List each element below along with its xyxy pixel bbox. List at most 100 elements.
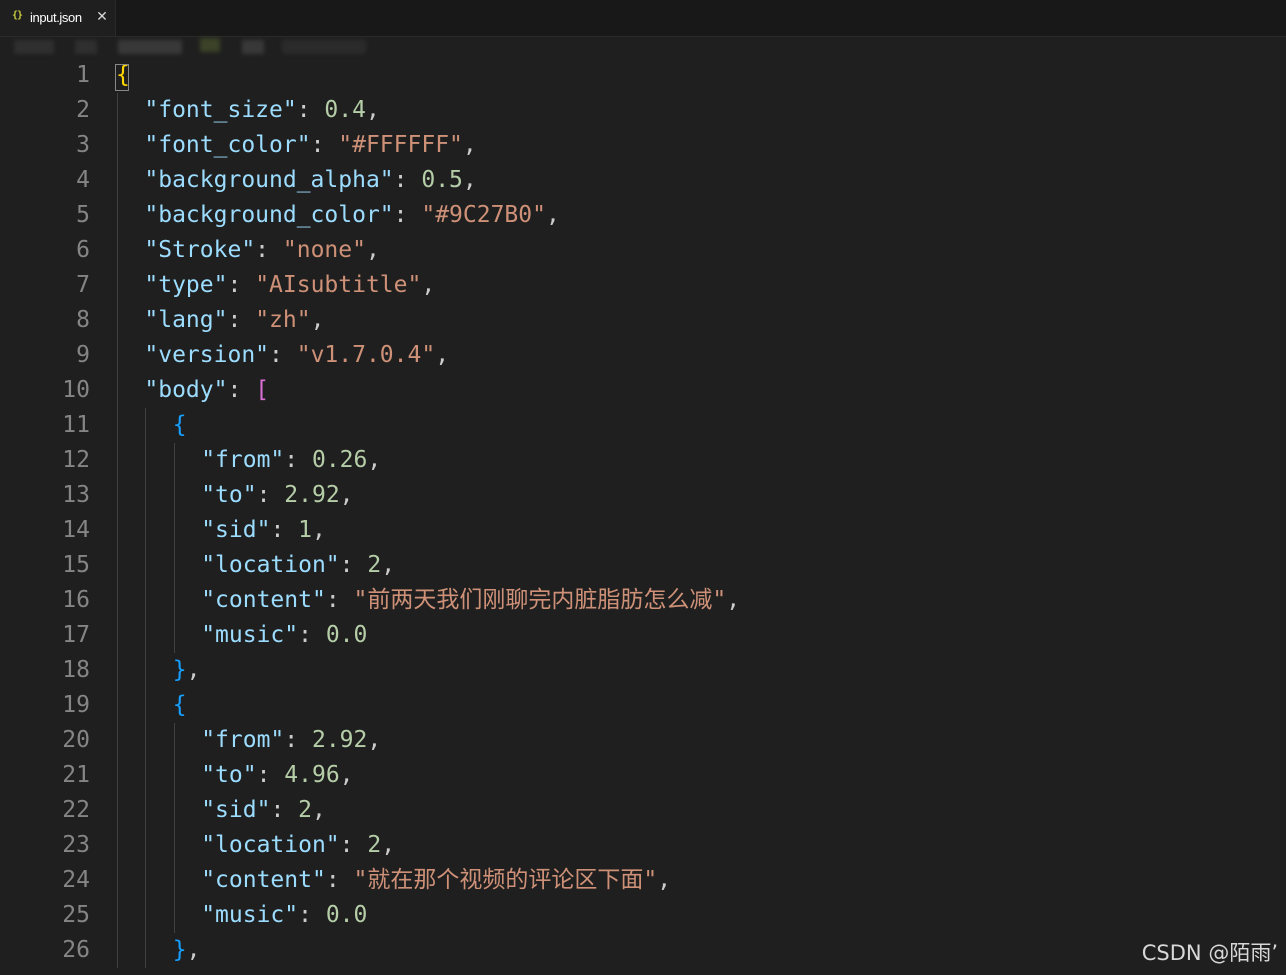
code-token: , [186,657,201,683]
tab-input-json[interactable]: {} input.json ✕ [0,0,116,36]
breadcrumb[interactable] [0,36,1286,58]
code-line[interactable]: 5 "background_color": "#9C27B0", [0,198,1286,233]
line-content: "to": 2.92, [201,478,353,513]
tab-bar: {} input.json ✕ [0,0,1286,37]
code-token: , [310,307,325,333]
code-token: "sid" [201,797,271,823]
line-content: "from": 0.26, [201,443,381,478]
code-line[interactable]: 19 { [0,688,1286,723]
code-line[interactable]: 21 "to": 4.96, [0,758,1286,793]
line-content: { [173,408,187,443]
line-content: "sid": 1, [201,513,326,548]
code-token: , [367,727,382,753]
breadcrumb-segment[interactable] [75,40,97,54]
line-content: "to": 4.96, [201,758,353,793]
code-line[interactable]: 9 "version": "v1.7.0.4", [0,338,1286,373]
line-content: "lang": "zh", [144,303,324,338]
code-token: } [172,657,187,683]
code-token: "lang" [144,307,228,333]
breadcrumb-segment[interactable] [242,40,264,54]
bracket-match-highlight [115,64,129,91]
line-number: 5 [76,202,90,228]
line-number: 17 [62,622,90,648]
code-token: "version" [144,342,270,368]
line-number: 10 [62,377,90,403]
code-line[interactable]: 18}, [0,653,1286,688]
code-line[interactable]: 16 "content": "前两天我们刚聊完内脏脂肪怎么减", [0,583,1286,618]
code-token: [ [255,377,270,403]
breadcrumb-segment[interactable] [200,38,220,52]
code-token: , [381,552,396,578]
line-number: 24 [62,867,90,893]
code-token: { [172,692,187,718]
line-number: 1 [76,62,90,88]
code-token: "location" [201,832,340,858]
code-token: , [381,832,396,858]
line-number: 4 [76,167,90,193]
code-token: : [296,97,325,123]
indent-guide [174,443,175,653]
line-number: 25 [62,902,90,928]
code-line[interactable]: 20 "from": 2.92, [0,723,1286,758]
code-line[interactable]: 24 "content": "就在那个视频的评论区下面", [0,863,1286,898]
code-token: "v1.7.0.4" [296,342,436,368]
code-line[interactable]: 8 "lang": "zh", [0,303,1286,338]
breadcrumb-segment[interactable] [118,40,182,54]
code-token: "type" [144,272,228,298]
code-token: "to" [201,762,257,788]
code-token: 2.92 [311,727,368,753]
code-token: : [270,797,299,823]
line-number: 21 [62,762,90,788]
code-line[interactable]: 23 "location": 2, [0,828,1286,863]
code-line[interactable]: 26}, [0,933,1286,968]
code-token: "就在那个视频的评论区下面" [353,867,658,893]
code-line[interactable]: 12 "from": 0.26, [0,443,1286,478]
code-token: "前两天我们刚聊完内脏脂肪怎么减" [353,587,727,613]
line-number: 8 [76,307,90,333]
line-content: "from": 2.92, [201,723,381,758]
line-number: 9 [76,342,90,368]
code-token: 1 [298,517,312,543]
code-token: : [393,202,422,228]
code-token: , [365,237,380,263]
code-line[interactable]: 6 "Stroke": "none", [0,233,1286,268]
code-line[interactable]: 25 "music": 0.0 [0,898,1286,933]
code-token: "#FFFFFF" [338,132,463,158]
line-content: }, [173,933,201,968]
code-token: : [325,587,354,613]
code-token: : [339,832,368,858]
line-content: "background_alpha": 0.5, [144,163,476,198]
code-token: "content" [201,587,326,613]
code-line[interactable]: 14 "sid": 1, [0,513,1286,548]
breadcrumb-segment[interactable] [14,40,54,54]
code-token: , [657,867,672,893]
line-content: { [173,688,187,723]
code-token: : [310,132,339,158]
close-icon[interactable]: ✕ [94,8,110,26]
line-number: 3 [76,132,90,158]
code-token: "body" [144,377,228,403]
line-number: 20 [62,727,90,753]
line-content: "music": 0.0 [201,898,367,933]
code-token: : [284,727,312,753]
code-line[interactable]: 7 "type": "AIsubtitle", [0,268,1286,303]
code-line[interactable]: 15 "location": 2, [0,548,1286,583]
code-line[interactable]: 4 "background_alpha": 0.5, [0,163,1286,198]
code-token: "to" [201,482,257,508]
code-token: 0.5 [421,167,463,193]
code-token: 0.0 [325,622,368,648]
code-line[interactable]: 11 { [0,408,1286,443]
code-token: : [256,482,285,508]
code-line[interactable]: 10 "body": [ [0,373,1286,408]
code-line[interactable]: 22 "sid": 2, [0,793,1286,828]
code-line[interactable]: 3 "font_color": "#FFFFFF", [0,128,1286,163]
breadcrumb-segment[interactable] [282,40,366,54]
code-token: : [270,517,299,543]
line-content: "type": "AIsubtitle", [144,268,435,303]
code-area[interactable]: 1{2 "font_size": 0.4, 3 "font_color": "#FFF… [0,58,1286,975]
code-line[interactable]: 13 "to": 2.92, [0,478,1286,513]
code-line[interactable]: 2 "font_size": 0.4, [0,93,1286,128]
code-line[interactable]: 1{ [0,58,1286,93]
code-token: "background_alpha" [144,167,394,193]
code-line[interactable]: 17 "music": 0.0 [0,618,1286,653]
